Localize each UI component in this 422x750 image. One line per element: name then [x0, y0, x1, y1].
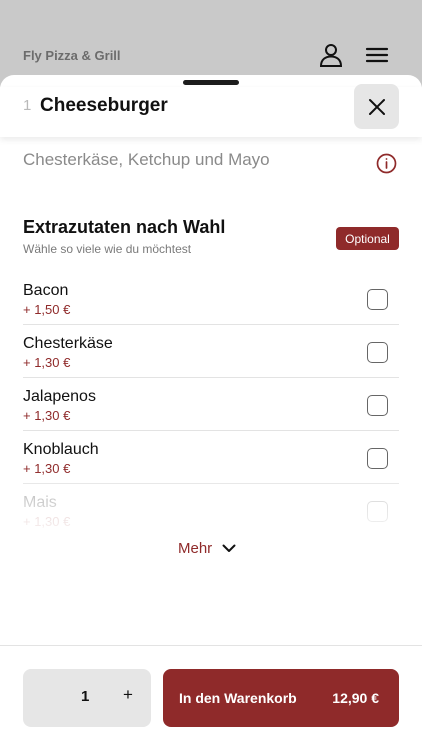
show-more-button[interactable]: Mehr — [178, 540, 236, 557]
extra-option-checkbox[interactable] — [367, 395, 388, 416]
show-more-label: Mehr — [178, 540, 213, 557]
sheet-header: 1 Cheeseburger — [0, 84, 422, 137]
order-footer: 1 + In den Warenkorb 12,90 € — [0, 645, 422, 750]
user-icon[interactable] — [318, 42, 344, 68]
extra-option[interactable]: Chesterkäse + 1,30 € — [23, 325, 399, 378]
extra-option-checkbox[interactable] — [367, 501, 388, 522]
extra-option-price: + 1,30 € — [23, 514, 71, 529]
drag-handle[interactable] — [183, 80, 239, 85]
extra-option-price: + 1,30 € — [23, 461, 71, 476]
extra-option-name: Chesterkäse — [23, 335, 113, 352]
extra-option-checkbox[interactable] — [367, 289, 388, 310]
extra-option[interactable]: Mais + 1,30 € — [23, 484, 399, 537]
increment-button[interactable]: + — [121, 685, 135, 705]
extras-section-title: Extrazutaten nach Wahl — [23, 217, 226, 237]
app-header: Fly Pizza & Grill — [0, 0, 422, 80]
extra-option[interactable]: Knoblauch + 1,30 € — [23, 431, 399, 484]
optional-badge: Optional — [336, 227, 399, 250]
add-to-cart-label: In den Warenkorb — [179, 690, 297, 706]
product-description: Chesterkäse, Ketchup und Mayo — [23, 150, 270, 169]
product-title: Cheeseburger — [40, 95, 168, 116]
info-icon[interactable] — [376, 153, 397, 174]
extra-option[interactable]: Bacon + 1,50 € — [23, 272, 399, 325]
extra-option-checkbox[interactable] — [367, 342, 388, 363]
extra-option-price: + 1,30 € — [23, 408, 71, 423]
close-button[interactable] — [354, 84, 399, 129]
app-name: Fly Pizza & Grill — [23, 48, 121, 63]
extra-option-checkbox[interactable] — [367, 448, 388, 469]
close-icon — [368, 98, 385, 115]
extras-list: Bacon + 1,50 € Chesterkäse + 1,30 € Jala… — [23, 272, 399, 537]
extra-option-name: Jalapenos — [23, 388, 96, 405]
menu-icon[interactable] — [364, 42, 390, 68]
add-to-cart-button[interactable]: In den Warenkorb 12,90 € — [163, 669, 399, 727]
extras-section-subtitle: Wähle so viele wie du möchtest — [23, 242, 192, 256]
extra-option-name: Mais — [23, 494, 57, 511]
extra-option[interactable]: Jalapenos + 1,30 € — [23, 378, 399, 431]
extra-option-name: Bacon — [23, 282, 69, 299]
extra-option-price: + 1,50 € — [23, 302, 71, 317]
quantity-prefix: 1 — [23, 97, 32, 114]
quantity-value: 1 — [81, 688, 90, 705]
chevron-down-icon — [222, 544, 236, 552]
product-sheet: 1 Cheeseburger Chesterkäse, Ketchup und … — [0, 75, 422, 750]
extra-option-price: + 1,30 € — [23, 355, 71, 370]
order-total: 12,90 € — [332, 690, 379, 706]
extra-option-name: Knoblauch — [23, 441, 99, 458]
quantity-stepper[interactable]: 1 + — [23, 669, 151, 727]
